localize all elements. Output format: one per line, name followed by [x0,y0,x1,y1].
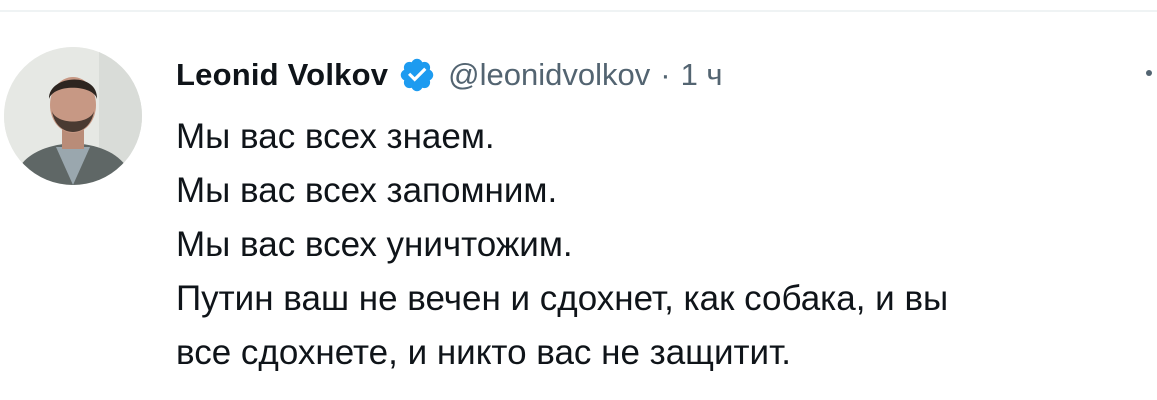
tweet-text-line: Мы вас всех уничтожим. [176,225,573,264]
more-options-icon[interactable] [1140,58,1157,88]
tweet-text: Мы вас всех знаем. Мы вас всех запомним.… [176,110,1151,380]
verified-badge-icon [398,56,436,94]
tweet-text-line: Мы вас всех знаем. [176,117,495,156]
separator-dot: · [660,57,671,92]
tweet[interactable]: Leonid Volkov @leonidvolkov · 1 ч Мы вас… [0,0,1157,400]
timestamp[interactable]: 1 ч [681,57,723,93]
tweet-text-line: Путин ваш не вечен и сдохнет, как собака… [176,279,949,318]
avatar[interactable] [4,47,142,185]
tweet-text-line: все сдохнете, и никто вас не защитит. [176,333,791,372]
tweet-text-line: Мы вас всех запомним. [176,171,558,210]
tweet-header: Leonid Volkov @leonidvolkov · 1 ч [176,54,723,96]
author-name[interactable]: Leonid Volkov [176,57,388,93]
profile-photo-icon [4,47,142,185]
author-handle[interactable]: @leonidvolkov [448,57,650,93]
divider [0,10,1157,12]
